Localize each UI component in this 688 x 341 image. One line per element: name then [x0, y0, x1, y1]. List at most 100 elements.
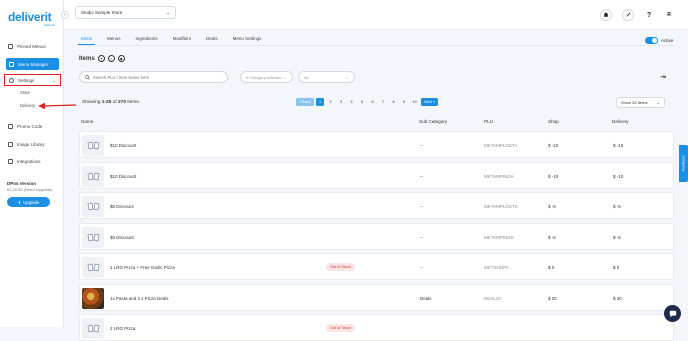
- sidebar-subitem-store[interactable]: Store: [20, 90, 30, 95]
- sidebar-collapse-button[interactable]: ‹: [61, 11, 69, 19]
- category-filter-dropdown[interactable]: 0 Category selected ⌄: [240, 71, 293, 83]
- column-header-shop[interactable]: Shop: [548, 119, 559, 124]
- tab-ingredients[interactable]: Ingredients: [133, 35, 161, 45]
- bell-icon[interactable]: [600, 9, 612, 21]
- store-selector[interactable]: Studio Sample Store ⌄: [75, 6, 176, 19]
- item-delivery-price: $ 20: [613, 295, 622, 301]
- page-button[interactable]: 5: [358, 98, 366, 106]
- tab-items[interactable]: Items: [78, 35, 96, 45]
- top-bar: Studio Sample Store ⌄ ? R: [64, 0, 688, 30]
- sidebar-item-menu-manager[interactable]: Menu Manager: [6, 58, 59, 70]
- sidebar-item-label: Promo Code: [17, 123, 43, 129]
- item-name[interactable]: $10 Discount: [110, 174, 136, 179]
- item-shop-price: $ -10: [548, 173, 559, 179]
- summary-range: 1-25: [101, 100, 112, 105]
- chat-icon[interactable]: [664, 305, 681, 322]
- item-shop-price: $ -5: [548, 234, 556, 240]
- status-filter-dropdown[interactable]: All ⌄: [298, 71, 355, 83]
- column-header-plu[interactable]: PLU: [484, 119, 493, 124]
- item-thumbnail: [82, 287, 104, 309]
- item-name[interactable]: 1x Pasta and 2 x Pizza Deals: [110, 296, 169, 301]
- store-name: Studio Sample Store: [81, 10, 123, 15]
- placeholder-page-icon: [87, 324, 93, 333]
- pin-icon: [8, 43, 13, 49]
- next-page-button[interactable]: Next »: [421, 98, 439, 106]
- item-delivery-price: $ -10: [613, 143, 624, 148]
- item-delivery-price: $ -5: [613, 204, 621, 209]
- table-row[interactable]: $5 Discount -- MKTAMPLOSTS $ -5 $ -5: [79, 192, 674, 219]
- page-size-select[interactable]: Show 25 Items ⌄: [616, 97, 665, 108]
- search-input[interactable]: [93, 74, 213, 80]
- column-header-sub-category[interactable]: Sub Category: [419, 119, 447, 124]
- item-name[interactable]: $10 Discount: [110, 143, 136, 148]
- tab-modifiers[interactable]: Modifiers: [170, 35, 194, 45]
- table-row[interactable]: 2 LRG Pizza Out of Stock: [79, 314, 674, 341]
- placeholder-page-icon: [93, 202, 99, 211]
- import-icon[interactable]: •: [107, 55, 115, 62]
- plug-icon: [8, 158, 13, 164]
- upgrade-icon: ⬆: [17, 199, 22, 205]
- page-button[interactable]: 7: [379, 98, 387, 106]
- feedback-tab[interactable]: Feedback: [679, 145, 688, 182]
- table-row[interactable]: $10 Discount -- MKTAMPLOSTA $ -10 $ -10: [79, 131, 674, 158]
- tab-deals[interactable]: Deals: [203, 35, 221, 45]
- summary-prefix: Showing: [82, 100, 102, 105]
- item-delivery-price: $ -5: [613, 234, 621, 240]
- item-shop-price: $ -10: [548, 143, 559, 148]
- column-header-delivery[interactable]: Delivery: [612, 119, 629, 124]
- table-row[interactable]: 1 LRG Pizza + Free Garlic Pizza Out of St…: [79, 253, 674, 280]
- item-plu: MKTAMPINDA: [484, 173, 514, 179]
- placeholder-page-icon: [93, 172, 99, 180]
- active-toggle[interactable]: [645, 37, 658, 44]
- sidebar-item-settings[interactable]: Settings ⌄: [4, 74, 61, 86]
- page-button[interactable]: 4: [348, 98, 356, 106]
- placeholder-page-icon: [87, 202, 93, 211]
- table-row[interactable]: $5 Discount -- MKTAMPINDS $ -5 $ -5: [79, 222, 674, 250]
- item-name[interactable]: $5 Discount: [110, 204, 134, 209]
- status-filter-label: All: [304, 74, 309, 80]
- sidebar-item-label: Pinned Menus: [17, 43, 46, 49]
- sidebar-item-image-library[interactable]: Image Library: [0, 138, 64, 150]
- item-thumbnail: [82, 226, 104, 248]
- sidebar-subitem-delivery[interactable]: Delivery: [20, 103, 35, 108]
- app-logo[interactable]: deliverit: [8, 10, 52, 24]
- item-name[interactable]: $5 Discount: [110, 235, 134, 240]
- page-button[interactable]: 8: [390, 98, 398, 106]
- table-row[interactable]: $10 Discount -- MKTAMPINDA $ -10 $ -10: [79, 161, 674, 189]
- help-icon[interactable]: ?: [643, 9, 655, 21]
- table-row[interactable]: 1x Pasta and 2 x Pizza Deals Deals DEAL10 $…: [79, 283, 674, 311]
- item-shop-price: $ -5: [548, 204, 556, 209]
- placeholder-page-icon: [87, 141, 93, 150]
- sidebar-item-integrations[interactable]: Integrations: [0, 155, 64, 167]
- sidebar-item-promo-code[interactable]: Promo Code: [0, 120, 64, 132]
- category-filter-label: 0 Category selected: [246, 74, 282, 80]
- page-button[interactable]: 3: [337, 98, 345, 106]
- page-button[interactable]: 1: [316, 98, 325, 106]
- rocket-icon[interactable]: [622, 9, 634, 21]
- item-name[interactable]: 1 LRG Pizza + Free Garlic Pizza: [110, 265, 175, 270]
- out-of-stock-badge: Out of Stock: [326, 263, 355, 271]
- image-icon: [8, 141, 13, 147]
- avatar[interactable]: R: [663, 9, 675, 21]
- pagination: « Back 1 2 3 4 5 6 7 8 9 10 Next »: [296, 98, 439, 106]
- export-icon[interactable]: ⇥: [660, 73, 666, 81]
- item-thumbnail: [82, 135, 104, 156]
- placeholder-page-icon: [87, 233, 93, 241]
- tab-menu-settings[interactable]: Menu Settings: [230, 35, 265, 45]
- item-shop-price: $ 0: [548, 265, 555, 270]
- page-button[interactable]: 6: [369, 98, 377, 106]
- settings-icon[interactable]: ◆: [117, 55, 125, 62]
- page-button[interactable]: 2: [327, 98, 335, 106]
- item-sub-category: --: [420, 234, 423, 240]
- column-header-name[interactable]: Name: [81, 119, 93, 124]
- page-button[interactable]: 9: [400, 98, 408, 106]
- sidebar-item-pinned-menus[interactable]: Pinned Menus: [0, 40, 64, 52]
- upgrade-button[interactable]: ⬆ Upgrade: [7, 197, 50, 207]
- active-toggle-group: Active: [645, 37, 673, 44]
- prev-page-button[interactable]: « Back: [296, 98, 314, 106]
- menu-tabs: Items Menus Ingredients Modifiers Deals …: [78, 35, 264, 45]
- tab-menus[interactable]: Menus: [104, 35, 124, 45]
- item-thumbnail: [82, 257, 104, 278]
- add-icon[interactable]: +: [97, 55, 105, 62]
- page-button[interactable]: 10: [411, 98, 419, 106]
